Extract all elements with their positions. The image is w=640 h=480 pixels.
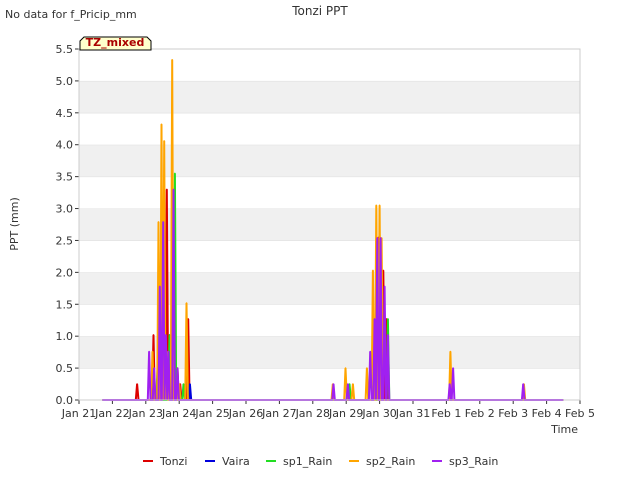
data-point: [347, 383, 349, 385]
data-point: [153, 367, 155, 369]
legend-item: sp1_Rain: [266, 455, 332, 468]
y-tick-label: 1.0: [56, 330, 74, 343]
grid-band: [79, 240, 580, 273]
y-axis-ticks: 0.0 0.5 1.0 1.5 2.0 2.5 3.0 3.5 4.0 4.5 5.0 5.5: [56, 43, 79, 407]
data-point: [449, 350, 452, 353]
no-data-note: No data for f_Pricip_mm: [5, 8, 137, 21]
data-point: [185, 302, 188, 304]
y-tick-label: 4.5: [56, 107, 74, 120]
grid-band: [79, 144, 580, 177]
x-tick-label: Jan 30: [361, 407, 396, 420]
y-tick-label: 1.5: [56, 298, 74, 311]
data-point: [174, 172, 176, 175]
legend-item: sp2_Rain: [349, 455, 415, 468]
data-point: [379, 237, 382, 239]
x-tick-label: Feb 2: [465, 407, 495, 420]
data-point: [348, 383, 351, 385]
data-point: [159, 285, 161, 288]
data-point: [383, 285, 386, 288]
data-point: [387, 318, 389, 320]
x-tick-label: Feb 4: [532, 407, 562, 420]
grid-band: [79, 49, 580, 81]
data-point: [151, 350, 154, 353]
legend-label: sp3_Rain: [449, 455, 498, 468]
chart-title: Tonzi PPT: [291, 4, 348, 18]
data-point: [172, 188, 175, 191]
x-axis-label: Time: [550, 423, 578, 436]
x-tick-label: Jan 28: [295, 407, 330, 420]
data-point: [171, 59, 173, 61]
y-tick-label: 2.5: [56, 234, 74, 247]
data-point: [189, 383, 191, 385]
y-tick-label: 2.0: [56, 266, 74, 279]
data-point: [373, 318, 376, 320]
data-point: [163, 140, 165, 142]
x-tick-label: Jan 24: [161, 407, 196, 420]
ppt-chart: 0.0 0.5 1.0 1.5 2.0 2.5 3.0 3.5 4.0 4.5 5.0 5.5 Jan…: [5, 4, 595, 468]
y-tick-label: 0.0: [56, 394, 74, 407]
data-point: [160, 123, 163, 126]
data-point: [376, 237, 379, 239]
y-tick-label: 5.5: [56, 43, 74, 56]
x-tick-label: Feb 5: [565, 407, 595, 420]
data-point: [136, 383, 138, 385]
x-tick-label: Jan 29: [328, 407, 363, 420]
legend-label: Tonzi: [159, 455, 187, 468]
x-tick-label: Jan 25: [194, 407, 229, 420]
x-tick-label: Jan 26: [228, 407, 263, 420]
data-point: [448, 383, 451, 385]
x-tick-label: Feb 3: [498, 407, 528, 420]
tz-badge-label: TZ_mixed: [86, 36, 145, 49]
legend-item: Tonzi: [143, 455, 187, 468]
x-axis-ticks: Jan 21Jan 22Jan 23Jan 24Jan 25Jan 26Jan …: [61, 400, 595, 420]
grid-band: [79, 80, 580, 113]
grid-band: [79, 112, 580, 145]
x-tick-label: Jan 27: [261, 407, 296, 420]
data-point: [165, 334, 167, 336]
legend: Tonzi Vaira sp1_Rain sp2_Rain sp3_Rain: [143, 455, 498, 468]
x-tick-label: Jan 21: [61, 407, 96, 420]
data-point: [372, 269, 374, 272]
grid-band: [79, 176, 580, 209]
tz-badge: TZ_mixed: [79, 36, 152, 51]
data-point: [352, 383, 354, 385]
grid-band: [79, 208, 580, 241]
legend-item: sp3_Rain: [432, 455, 498, 468]
data-point: [375, 204, 378, 207]
legend-label: Vaira: [222, 455, 250, 468]
y-tick-label: 3.5: [56, 171, 74, 184]
data-point: [366, 367, 368, 369]
data-point: [387, 334, 389, 336]
data-point: [176, 367, 179, 369]
data-point: [167, 350, 170, 353]
y-tick-label: 0.5: [56, 362, 74, 375]
data-point: [344, 367, 347, 369]
y-tick-label: 5.0: [56, 75, 74, 88]
data-point: [452, 367, 454, 369]
data-point: [162, 221, 164, 223]
data-point: [157, 221, 160, 223]
data-point: [148, 350, 150, 353]
data-point: [332, 383, 335, 385]
data-point: [182, 383, 185, 385]
legend-item: Vaira: [205, 455, 250, 468]
grid-band: [79, 272, 580, 305]
data-point: [166, 188, 168, 191]
data-point: [378, 204, 381, 207]
data-point: [152, 334, 155, 336]
x-tick-label: Jan 31: [395, 407, 430, 420]
y-tick-label: 3.0: [56, 203, 74, 216]
legend-label: sp1_Rain: [283, 455, 332, 468]
x-tick-label: Jan 23: [128, 407, 163, 420]
y-tick-label: 4.0: [56, 139, 74, 152]
x-tick-label: Jan 22: [94, 407, 129, 420]
legend-label: sp2_Rain: [366, 455, 415, 468]
data-point: [369, 350, 372, 353]
y-axis-label: PPT (mm): [8, 197, 21, 251]
x-tick-label: Feb 1: [431, 407, 461, 420]
grid-band: [79, 304, 580, 337]
data-point: [522, 383, 525, 385]
